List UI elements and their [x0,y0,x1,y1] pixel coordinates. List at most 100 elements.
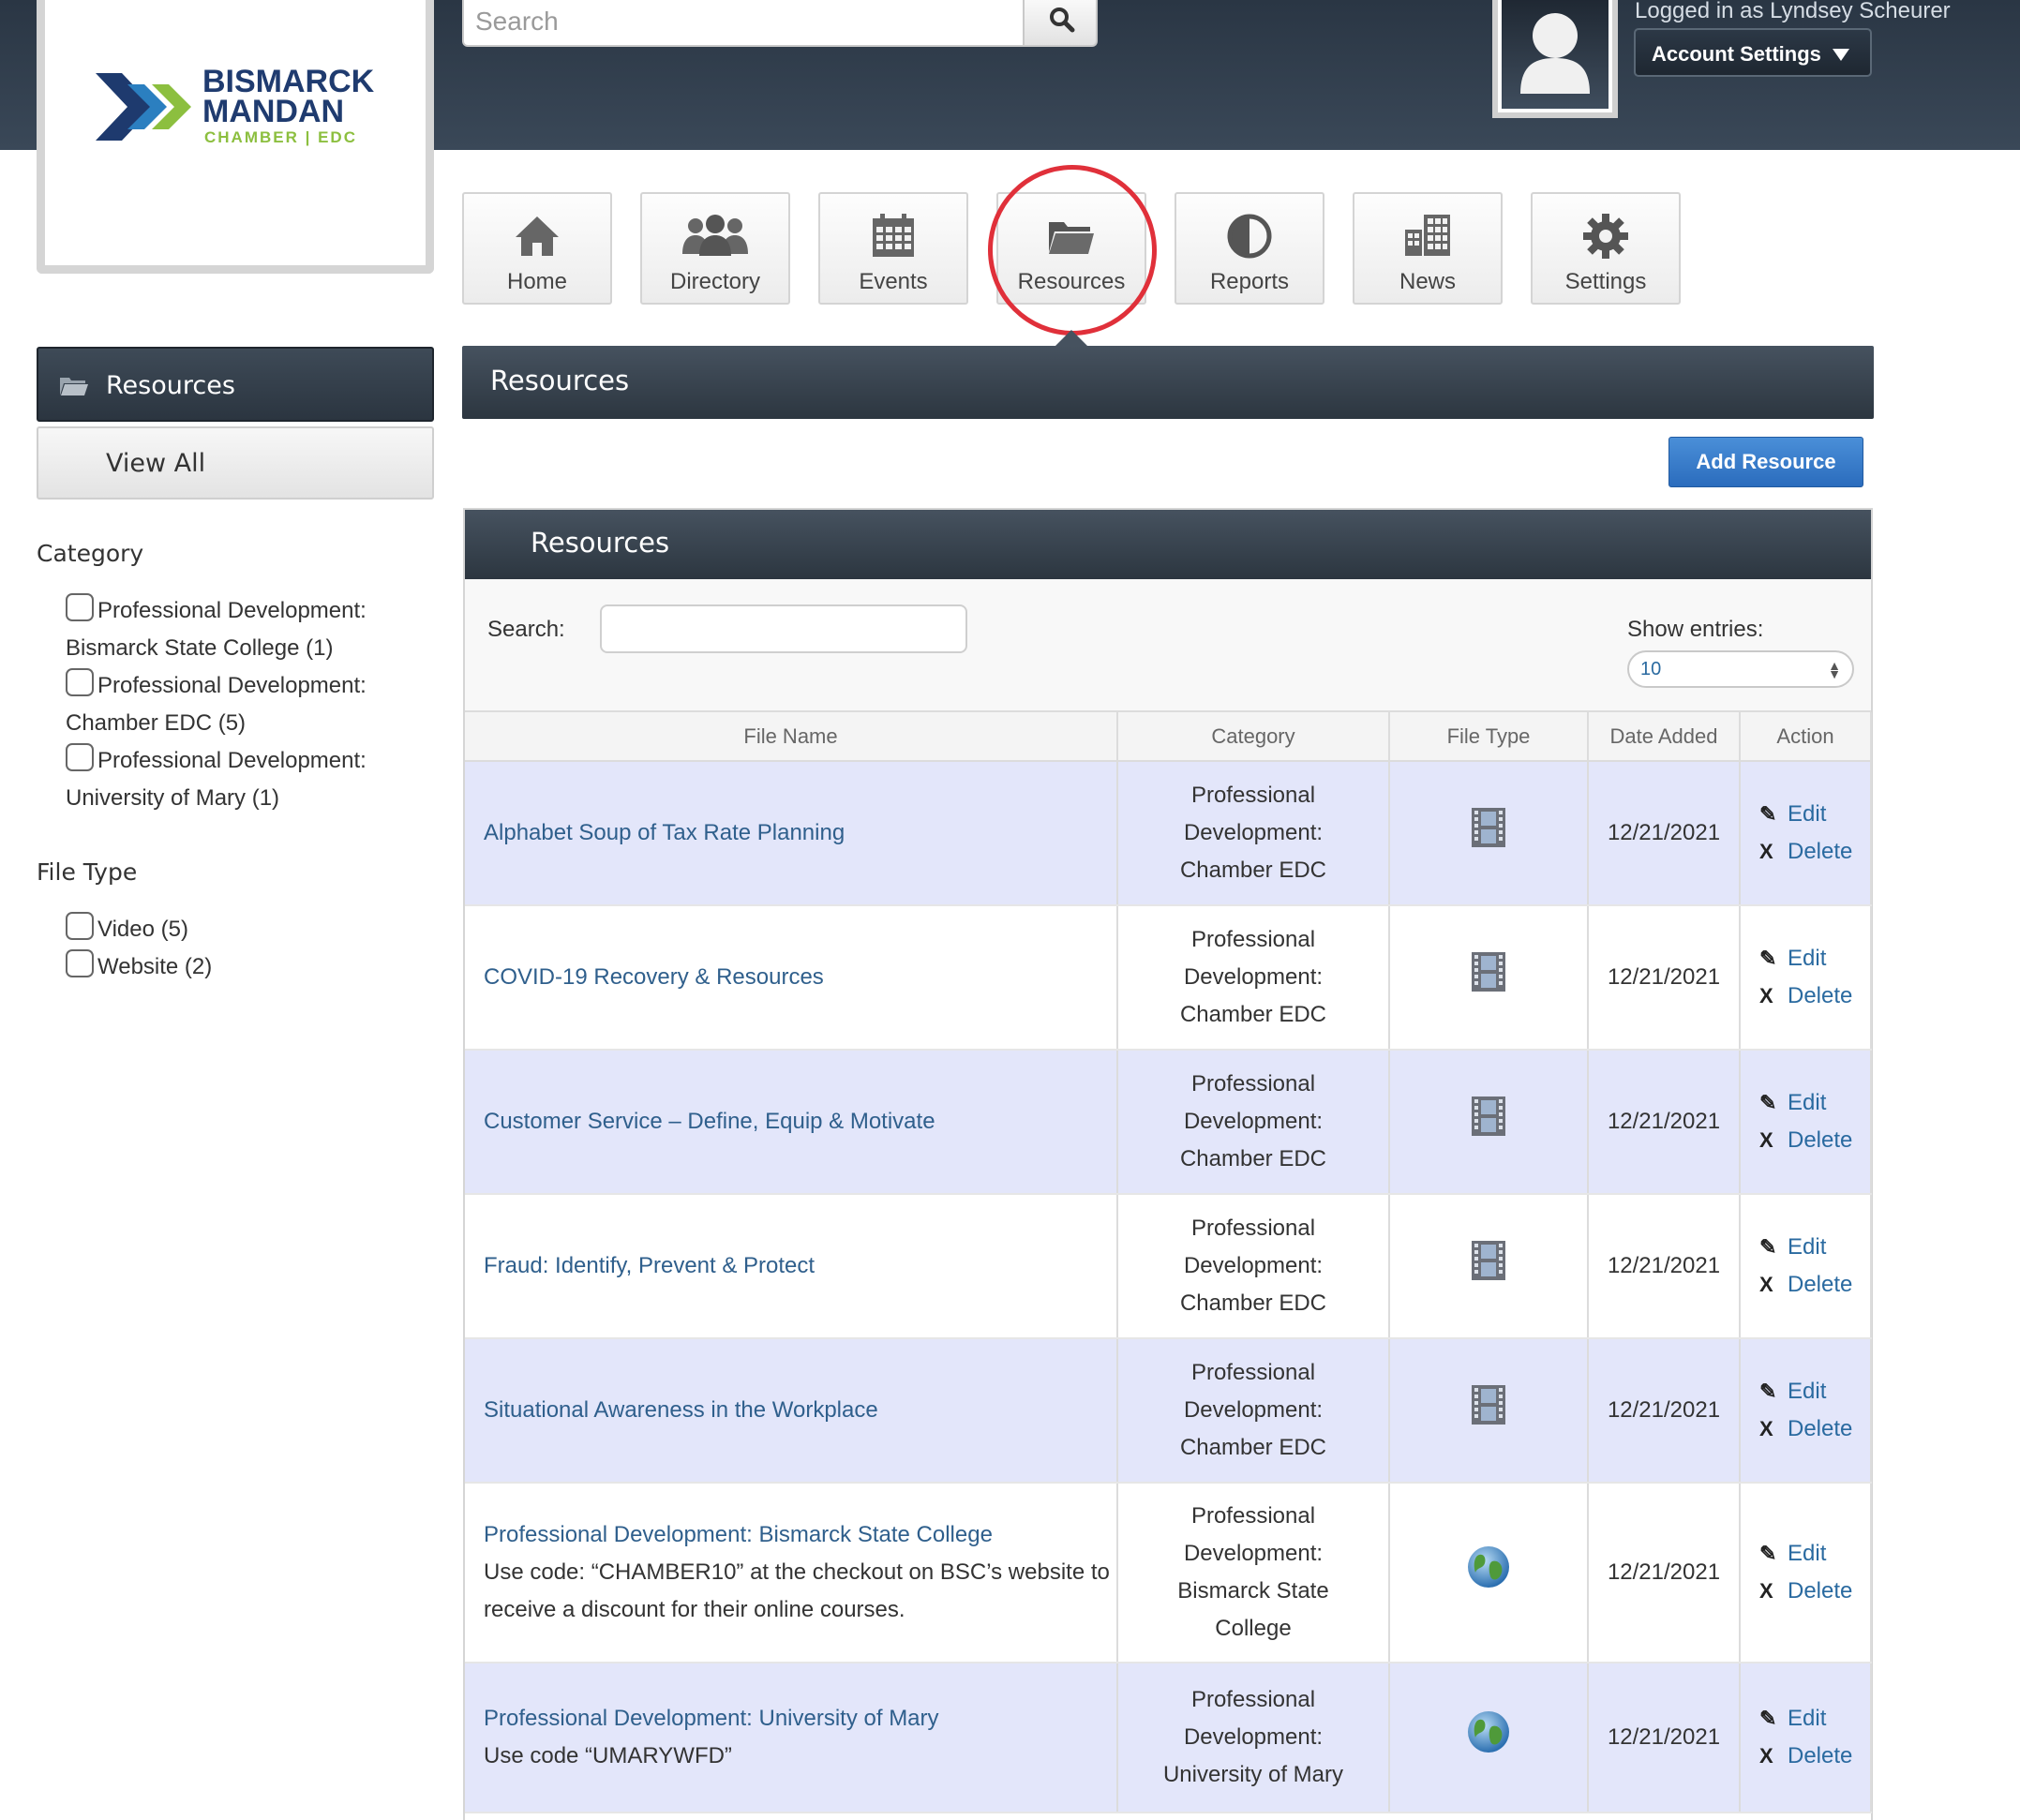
pencil-icon: ✎ [1759,1542,1777,1565]
table-row: Professional Development: University of … [465,1663,1872,1813]
chamber-logo[interactable]: BISMARCK MANDAN CHAMBER | EDC [37,0,434,274]
column-header-file-name[interactable]: File Name [465,712,1118,762]
edit-link[interactable]: ✎ Edit [1759,1373,1869,1410]
category-line: Chamber EDC [1179,858,1327,883]
checkbox[interactable] [66,949,94,977]
file-name-cell: Situational Awareness in the Workplace [465,1338,1118,1484]
table-row: Fraud: Identify, Prevent & Protect Profe… [465,1194,1872,1339]
date-added-cell: 12/21/2021 [1588,1050,1741,1195]
checkbox[interactable] [66,668,94,696]
file-name-link[interactable]: Fraud: Identify, Prevent & Protect [484,1253,815,1278]
delete-link[interactable]: X Delete [1759,977,1869,1015]
column-header-file-type[interactable]: File Type [1389,712,1589,762]
search-input[interactable] [462,0,1025,47]
filetype-filter-website[interactable]: Website (2) [66,948,441,986]
nav-home[interactable]: Home [462,192,612,305]
show-entries-select[interactable]: 10 ▲ ▼ [1627,650,1854,688]
pie-chart-icon [1227,214,1272,259]
nav-settings[interactable]: Settings [1531,192,1681,305]
file-name-link[interactable]: Professional Development: Bismarck State… [484,1522,993,1547]
sidebar-item-view-all[interactable]: View All [37,426,434,500]
delete-label: Delete [1788,1416,1853,1441]
file-type-cell [1389,1338,1589,1484]
select-arrows-icon: ▲ ▼ [1828,658,1841,681]
edit-link[interactable]: ✎ Edit [1759,1084,1869,1122]
nav-events[interactable]: Events [818,192,968,305]
category-filter-chamber-edc[interactable]: Professional Development: Chamber EDC (5… [66,667,441,742]
category-cell: Professional Development: Chamber EDC [1117,1338,1390,1484]
category-line: Chamber EDC [1179,1146,1327,1171]
table-search-label: Search: [487,617,565,642]
sidebar-item-resources[interactable]: Resources [37,347,434,422]
user-silhouette-icon [1520,13,1590,94]
table-row: Customer Service – Define, Equip & Motiv… [465,1050,1872,1195]
category-cell: Professional Development: Chamber EDC [1117,905,1390,1051]
highlight-annotation-circle [979,157,1166,344]
file-type-cell [1389,1663,1589,1813]
checkbox[interactable] [66,912,94,940]
category-filter-bsc[interactable]: Professional Development: Bismarck State… [66,592,441,667]
delete-label: Delete [1788,1743,1853,1768]
category-line: Professional [1190,1687,1316,1712]
column-header-category[interactable]: Category [1117,712,1390,762]
delete-link[interactable]: X Delete [1759,1573,1869,1610]
delete-label: Delete [1788,1127,1853,1153]
edit-link[interactable]: ✎ Edit [1759,1700,1869,1738]
file-type-cell [1389,1194,1589,1339]
category-cell: Professional Development: Chamber EDC [1117,1194,1390,1339]
file-name-link[interactable]: Professional Development: University of … [484,1706,939,1731]
show-entries-label: Show entries: [1627,617,1764,642]
file-name-link[interactable]: Situational Awareness in the Workplace [484,1397,878,1423]
category-line: Professional [1190,1216,1316,1241]
filetype-filter-video[interactable]: Video (5) [66,911,441,948]
search-button[interactable] [1023,0,1098,47]
file-name-link[interactable]: Alphabet Soup of Tax Rate Planning [484,820,845,845]
category-line: University of Mary [1162,1762,1344,1787]
nav-directory-label: Directory [669,269,760,294]
category-filter-university-of-mary[interactable]: Professional Development: University of … [66,742,441,817]
nav-directory[interactable]: Directory [640,192,790,305]
table-body: Alphabet Soup of Tax Rate Planning Profe… [465,761,1872,1813]
category-line: Development: [1183,964,1324,990]
delete-link[interactable]: X Delete [1759,1266,1869,1304]
edit-link[interactable]: ✎ Edit [1759,1535,1869,1573]
table-search-input[interactable] [600,604,967,653]
checkbox[interactable] [66,593,94,621]
film-icon [1472,1096,1505,1136]
file-name-link[interactable]: Customer Service – Define, Equip & Motiv… [484,1109,935,1134]
edit-link[interactable]: ✎ Edit [1759,1229,1869,1266]
film-icon [1472,1240,1505,1280]
global-search [462,0,1100,47]
avatar[interactable] [1492,0,1618,118]
edit-link[interactable]: ✎ Edit [1759,796,1869,833]
resources-table: File Name Category File Type Date Added … [465,712,1872,1813]
file-type-cell [1389,905,1589,1051]
category-cell: Professional Development: Chamber EDC [1117,761,1390,906]
checkbox[interactable] [66,743,94,771]
nav-reports[interactable]: Reports [1175,192,1324,305]
delete-label: Delete [1788,983,1853,1008]
panel-header: Resources [465,510,1871,579]
file-name-link[interactable]: COVID-19 Recovery & Resources [484,964,824,990]
svg-text:MANDAN: MANDAN [202,94,344,129]
column-header-date-added[interactable]: Date Added [1588,712,1741,762]
calendar-icon [873,214,914,257]
category-cell: Professional Development: University of Ma… [1117,1663,1390,1813]
nav-settings-label: Settings [1564,269,1647,294]
delete-label: Delete [1788,1578,1853,1604]
edit-label: Edit [1788,1379,1827,1404]
category-line: Professional [1190,783,1316,808]
file-name-cell: Professional Development: Bismarck State… [465,1483,1118,1663]
file-description: Use code: “CHAMBER10” at the checkout on… [484,1559,1110,1622]
edit-link[interactable]: ✎ Edit [1759,940,1869,977]
delete-link[interactable]: X Delete [1759,1738,1869,1775]
action-cell: ✎ Edit X Delete [1740,1483,1872,1663]
delete-link[interactable]: X Delete [1759,833,1869,871]
add-resource-button[interactable]: Add Resource [1668,437,1863,487]
nav-reports-label: Reports [1209,269,1290,294]
nav-news[interactable]: News [1353,192,1503,305]
delete-x-icon: X [1759,840,1773,863]
account-settings-button[interactable]: Account Settings [1634,28,1872,77]
delete-link[interactable]: X Delete [1759,1410,1869,1448]
delete-link[interactable]: X Delete [1759,1122,1869,1159]
